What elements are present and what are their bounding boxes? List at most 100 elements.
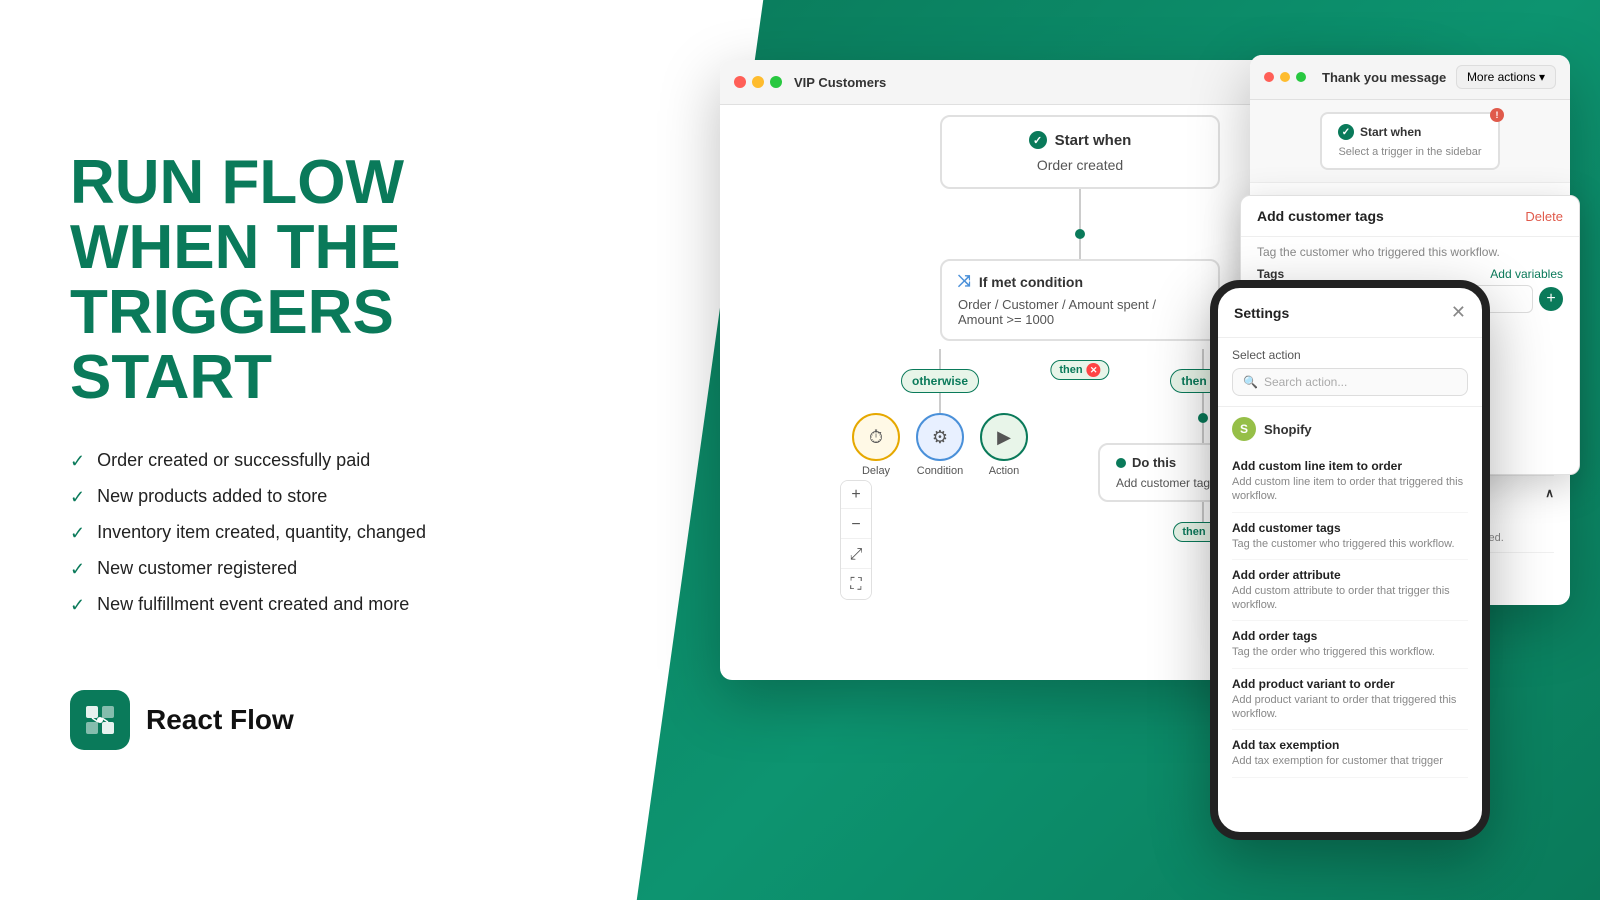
modal-search-section: Select action 🔍 Search action... xyxy=(1218,338,1482,407)
action-item[interactable]: Add customer tags Tag the customer who tr… xyxy=(1232,513,1468,560)
otherwise-branch: otherwise ⏱ Delay ⚙ xyxy=(852,349,1028,477)
modal-title: Settings xyxy=(1234,305,1289,321)
features-list: ✓Order created or successfully paid ✓New … xyxy=(70,450,550,630)
trigger-workflow-area: ✓ Start when Select a trigger in the sid… xyxy=(1250,100,1570,183)
action-item[interactable]: Add custom line item to order Add custom … xyxy=(1232,451,1468,513)
tags-panel-desc: Tag the customer who triggered this work… xyxy=(1241,237,1579,259)
action-title: Add product variant to order xyxy=(1232,677,1468,691)
feature-item: ✓New fulfillment event created and more xyxy=(70,594,550,616)
start-icon: ✓ xyxy=(1029,131,1047,149)
dot-green xyxy=(1296,72,1306,82)
logo-text: React Flow xyxy=(146,704,294,736)
start-when-label: Start when xyxy=(1055,132,1132,149)
select-trigger-text: Select a trigger in the sidebar xyxy=(1338,146,1482,158)
feature-item: ✓Order created or successfully paid xyxy=(70,450,550,472)
action-item[interactable]: Add tax exemption Add tax exemption for c… xyxy=(1232,730,1468,777)
shopify-logo: S xyxy=(1232,417,1256,441)
action-title: Add custom line item to order xyxy=(1232,459,1468,473)
search-action-modal: Settings ✕ Select action 🔍 Search action… xyxy=(1210,280,1490,840)
trigger-titlebar: Thank you message More actions ▾ xyxy=(1250,55,1570,100)
left-panel: RUN FLOW WHEN THE TRIGGERS START ✓Order … xyxy=(0,0,620,900)
search-action-box[interactable]: 🔍 Search action... xyxy=(1232,368,1468,396)
error-dot: ! xyxy=(1490,108,1504,122)
canvas-controls: + − ⤢ ⛶ xyxy=(840,480,872,600)
search-action-placeholder: Search action... xyxy=(1264,375,1347,389)
action-desc: Add custom attribute to order that trigg… xyxy=(1232,584,1468,613)
action-desc: Tag the customer who triggered this work… xyxy=(1232,537,1468,551)
shopify-section: S Shopify Add custom line item to orderA… xyxy=(1218,407,1482,788)
order-created-text: Order created xyxy=(962,157,1198,173)
shopify-name: Shopify xyxy=(1264,422,1312,437)
action-items-list: Add custom line item to order Add custom … xyxy=(1232,451,1468,778)
modal-header: Settings ✕ xyxy=(1218,288,1482,338)
action-title: Add order attribute xyxy=(1232,568,1468,582)
then-badge: then ✕ xyxy=(1050,360,1109,380)
action-node[interactable]: ▶ xyxy=(980,413,1028,461)
action-desc: Add product variant to order that trigge… xyxy=(1232,693,1468,722)
action-label: Action xyxy=(989,465,1020,477)
delete-button[interactable]: Delete xyxy=(1525,209,1563,224)
start-when-node[interactable]: ✓ Start when Order created xyxy=(940,115,1220,189)
fullscreen-button[interactable]: ⛶ xyxy=(841,571,871,599)
condition-small-label: Condition xyxy=(917,465,963,477)
action-desc: Add custom line item to order that trigg… xyxy=(1232,475,1468,504)
action-desc: Tag the order who triggered this workflo… xyxy=(1232,645,1468,659)
dot-yellow xyxy=(752,76,764,88)
otherwise-badge: otherwise xyxy=(901,369,979,393)
start-checkmark: ✓ xyxy=(1338,124,1354,140)
add-variables-link[interactable]: Add variables xyxy=(1490,267,1563,281)
select-action-label: Select action xyxy=(1232,348,1468,362)
feature-item: ✓Inventory item created, quantity, chang… xyxy=(70,522,550,544)
check-icon: ✓ xyxy=(70,451,85,472)
workflow-window-title: VIP Customers xyxy=(794,75,886,90)
check-icon: ✓ xyxy=(70,595,85,616)
check-icon: ✓ xyxy=(70,487,85,508)
chevron-up-icon2: ∧ xyxy=(1545,486,1554,500)
logo-icon xyxy=(70,690,130,750)
trigger-window-title: Thank you message xyxy=(1322,70,1446,85)
add-tag-button[interactable]: + xyxy=(1539,287,1563,311)
condition-text: Order / Customer / Amount spent / Amount… xyxy=(958,297,1202,327)
condition-icon: ⤨ xyxy=(958,273,971,291)
logo-section: React Flow xyxy=(70,690,550,750)
action-item[interactable]: Add product variant to order Add product … xyxy=(1232,669,1468,731)
do-this-label: Do this xyxy=(1132,455,1176,470)
condition-wrapper: ⚙ Condition xyxy=(916,413,964,477)
tags-panel-title: Add customer tags xyxy=(1257,208,1384,224)
fit-screen-button[interactable]: ⤢ xyxy=(841,541,871,569)
condition-label: If met condition xyxy=(979,274,1083,290)
modal-close-button[interactable]: ✕ xyxy=(1451,302,1466,323)
zoom-out-button[interactable]: − xyxy=(841,511,871,539)
tags-panel-header: Add customer tags Delete xyxy=(1241,196,1579,237)
search-icon2: 🔍 xyxy=(1243,375,1258,389)
action-item[interactable]: Add order attribute Add custom attribute … xyxy=(1232,560,1468,622)
check-icon: ✓ xyxy=(70,523,85,544)
feature-item: ✓New products added to store xyxy=(70,486,550,508)
check-icon: ✓ xyxy=(70,559,85,580)
action-title: Add tax exemption xyxy=(1232,738,1468,752)
condition-node-small[interactable]: ⚙ xyxy=(916,413,964,461)
action-desc: Add tax exemption for customer that trig… xyxy=(1232,754,1468,768)
delay-label: Delay xyxy=(862,465,890,477)
right-panel: Thank you message More actions ▾ ✓ Start… xyxy=(620,0,1600,900)
do-this-dot xyxy=(1116,458,1126,468)
bottom-actions-row: ⏱ Delay ⚙ Condition ▶ xyxy=(852,413,1028,477)
zoom-in-button[interactable]: + xyxy=(841,481,871,509)
hero-title: RUN FLOW WHEN THE TRIGGERS START xyxy=(70,150,550,410)
dot-green-btn xyxy=(770,76,782,88)
delay-wrapper: ⏱ Delay xyxy=(852,413,900,477)
delay-node[interactable]: ⏱ xyxy=(852,413,900,461)
tags-label: Tags xyxy=(1257,267,1284,281)
action-wrapper: ▶ Action xyxy=(980,413,1028,477)
action-title: Add customer tags xyxy=(1232,521,1468,535)
trigger-start-node: ✓ Start when Select a trigger in the sid… xyxy=(1320,112,1500,170)
shopify-brand: S Shopify xyxy=(1232,417,1468,441)
action-item[interactable]: Add order tagsTag the order who triggere… xyxy=(1232,621,1468,668)
condition-node[interactable]: ⤨ If met condition Order / Customer / Am… xyxy=(940,259,1220,341)
trigger-actions-button[interactable]: More actions ▾ xyxy=(1456,65,1556,89)
remove-then[interactable]: ✕ xyxy=(1087,363,1101,377)
dot-red xyxy=(1264,72,1274,82)
feature-item: ✓New customer registered xyxy=(70,558,550,580)
dot-yellow xyxy=(1280,72,1290,82)
dot-red xyxy=(734,76,746,88)
